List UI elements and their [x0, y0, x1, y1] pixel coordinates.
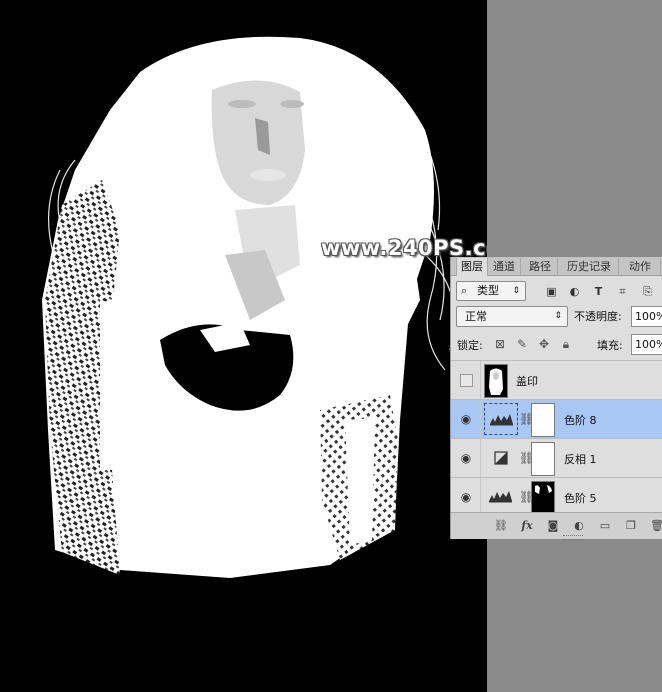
tab-history[interactable]: 历史记录 [560, 258, 619, 275]
histogram-icon [489, 491, 512, 503]
new-layer-icon[interactable]: ❐ [623, 518, 639, 534]
fx-icon[interactable]: fx [519, 518, 535, 534]
fill-label: 填充: [597, 339, 623, 352]
layer-name: 盖印 [516, 375, 538, 388]
layer-name: 色阶 5 [564, 492, 597, 505]
divider [480, 361, 481, 400]
opacity-label: 不透明度: [574, 310, 622, 323]
tab-actions[interactable]: 动作 [620, 258, 661, 275]
layer-name: 反相 1 [564, 453, 597, 466]
inverted-portrait-image [42, 36, 456, 579]
filter-type-select[interactable]: ⌕ 类型 ⇕ [456, 281, 526, 301]
chevron-updown-icon: ⇕ [512, 286, 520, 296]
tab-paths[interactable]: 路径 [523, 258, 558, 275]
eye-icon[interactable]: ◉ [459, 412, 473, 426]
mask-shape-icon [535, 485, 552, 494]
blend-mode-select[interactable]: 正常 ⇕ [456, 306, 568, 327]
invert-icon [494, 451, 508, 465]
filter-type-label: 类型 [477, 284, 499, 297]
tab-layers[interactable]: 图层 [456, 258, 488, 276]
histogram-icon [490, 414, 513, 426]
chevron-updown-icon: ⇕ [554, 311, 562, 321]
search-icon: ⌕ [461, 284, 468, 297]
levels-adjustment-icon [484, 403, 518, 435]
type-filter-icon[interactable]: T [592, 285, 605, 298]
panel-tabs: 图层 通道 路径 历史记录 动作 [451, 257, 662, 276]
eye-icon[interactable]: ◉ [459, 451, 473, 465]
layer-row[interactable]: ◉ ⛓ 色阶 5 [451, 477, 662, 515]
lock-position-icon[interactable]: ✥ [537, 336, 551, 352]
fill-input[interactable]: 100% [631, 334, 662, 355]
divider [480, 439, 481, 478]
add-mask-icon[interactable]: ◙ [545, 518, 561, 534]
adjustment-filter-icon[interactable]: ◐ [568, 285, 581, 298]
blend-mode-label: 正常 [465, 310, 487, 323]
layer-row[interactable]: ◉ ⛓ 反相 1 [451, 438, 662, 478]
lock-label: 锁定: [457, 339, 483, 352]
portrait-thumbnail-icon [485, 365, 507, 397]
layer-row[interactable]: 盖印 [451, 360, 662, 400]
divider [480, 400, 481, 439]
lock-all-icon[interactable]: 🔒︎ [559, 336, 573, 352]
layer-thumbnail [484, 364, 508, 398]
layer-mask-thumbnail[interactable] [531, 481, 555, 515]
lock-transparent-icon[interactable]: ⊠ [493, 336, 507, 352]
smart-object-filter-icon[interactable]: ⎘ [641, 285, 654, 298]
layer-row[interactable]: ◉ ⛓ 色阶 8 [451, 399, 662, 439]
layers-bottom-toolbar: ⛓ fx ◙ ◐ ▭ ❐ 🗑︎ [451, 512, 662, 539]
opacity-input[interactable]: 100% [631, 306, 662, 327]
visibility-toggle[interactable] [460, 374, 473, 387]
invert-adjustment-icon [484, 442, 518, 474]
new-group-icon[interactable]: ▭ [597, 518, 613, 534]
lock-brush-icon[interactable]: ✎ [515, 336, 529, 352]
shape-filter-icon[interactable]: ⌗ [616, 285, 629, 298]
resize-grip[interactable] [563, 535, 583, 540]
image-filter-icon[interactable]: ▣ [545, 285, 558, 298]
tab-channels[interactable]: 通道 [488, 258, 521, 275]
levels-adjustment-icon [484, 481, 518, 513]
layer-mask-thumbnail[interactable] [531, 403, 555, 437]
layer-mask-thumbnail[interactable] [531, 442, 555, 476]
divider [480, 478, 481, 512]
layers-panel: 图层 通道 路径 历史记录 动作 ⌕ 类型 ⇕ ▣ ◐ T ⌗ ⎘ 正常 ⇕ 不… [450, 257, 662, 540]
link-icon[interactable]: ⛓ [493, 518, 509, 534]
trash-icon[interactable]: 🗑︎ [649, 518, 662, 534]
layer-name: 色阶 8 [564, 414, 597, 427]
adjustment-layer-icon[interactable]: ◐ [571, 518, 587, 534]
eye-icon[interactable]: ◉ [459, 490, 473, 504]
document-canvas[interactable]: www.240PS.com [0, 0, 487, 692]
